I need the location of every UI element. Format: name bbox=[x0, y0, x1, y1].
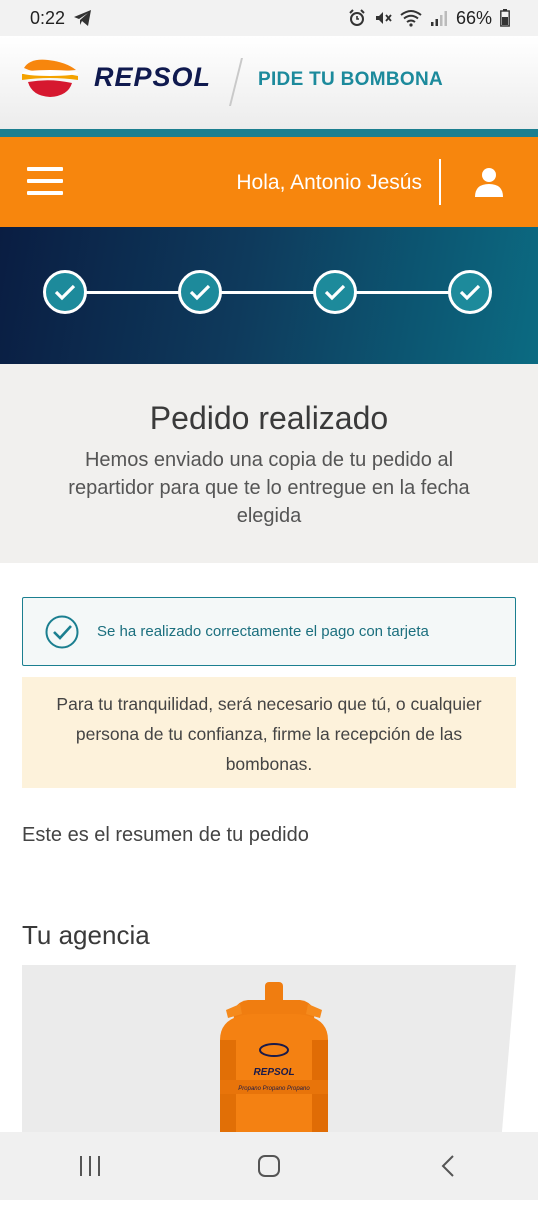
app-header: REPSOL PIDE TU BOMBONA bbox=[0, 36, 538, 130]
step-2-complete bbox=[178, 270, 222, 314]
check-icon bbox=[54, 284, 76, 301]
agency-heading: Tu agencia bbox=[22, 920, 150, 950]
confirmation-subtitle: Hemos enviado una copia de tu pedido al … bbox=[68, 449, 470, 527]
recents-icon bbox=[79, 1156, 100, 1176]
status-time: 0:22 bbox=[30, 7, 66, 28]
bottle-logo-text: REPSOL bbox=[253, 1067, 294, 1078]
mute-icon bbox=[375, 12, 392, 24]
menu-icon[interactable] bbox=[27, 165, 63, 197]
product-title: PIDE TU BOMBONA bbox=[258, 69, 443, 90]
user-greeting: Hola, Antonio Jesús bbox=[236, 171, 422, 194]
header-divider bbox=[229, 58, 243, 106]
battery-percent: 66% bbox=[455, 7, 492, 28]
signature-warning-notice: Para tu tranquilidad, será necesario que… bbox=[22, 677, 516, 788]
check-icon bbox=[324, 284, 346, 301]
summary-intro: Este es el resumen de tu pedido bbox=[22, 824, 309, 846]
home-button[interactable] bbox=[239, 1136, 299, 1196]
check-icon bbox=[459, 284, 481, 301]
bottle-band-text: Propano Propano Propano bbox=[238, 1086, 310, 1092]
status-bar: 0:22 66% bbox=[0, 0, 538, 36]
battery-icon bbox=[500, 9, 510, 27]
payment-success-notice: Se ha realizado correctamente el pago co… bbox=[22, 597, 516, 666]
telegram-icon bbox=[74, 10, 92, 26]
user-icon[interactable] bbox=[472, 165, 506, 199]
check-circle-icon bbox=[45, 615, 79, 649]
order-progress-stepper bbox=[0, 227, 538, 364]
nav-divider bbox=[439, 159, 441, 205]
repsol-logo-icon[interactable] bbox=[20, 56, 80, 98]
brand-name: REPSOL bbox=[94, 62, 212, 92]
system-nav-bar bbox=[0, 1132, 538, 1200]
confirmation-section: Pedido realizado Hemos enviado una copia… bbox=[0, 364, 538, 563]
confirmation-title: Pedido realizado bbox=[149, 400, 389, 436]
step-3-complete bbox=[313, 270, 357, 314]
header-accent-line bbox=[0, 129, 538, 137]
back-button[interactable] bbox=[418, 1136, 478, 1196]
check-icon bbox=[189, 284, 211, 301]
recents-button[interactable] bbox=[60, 1136, 120, 1196]
back-icon bbox=[441, 1155, 455, 1177]
alarm-icon bbox=[349, 9, 365, 26]
step-1-complete bbox=[43, 270, 87, 314]
payment-success-text: Se ha realizado correctamente el pago co… bbox=[97, 623, 429, 640]
home-icon bbox=[257, 1155, 280, 1177]
step-4-complete bbox=[448, 270, 492, 314]
stepper-line bbox=[66, 291, 470, 294]
signal-icon bbox=[430, 11, 447, 26]
wifi-icon bbox=[400, 10, 422, 27]
